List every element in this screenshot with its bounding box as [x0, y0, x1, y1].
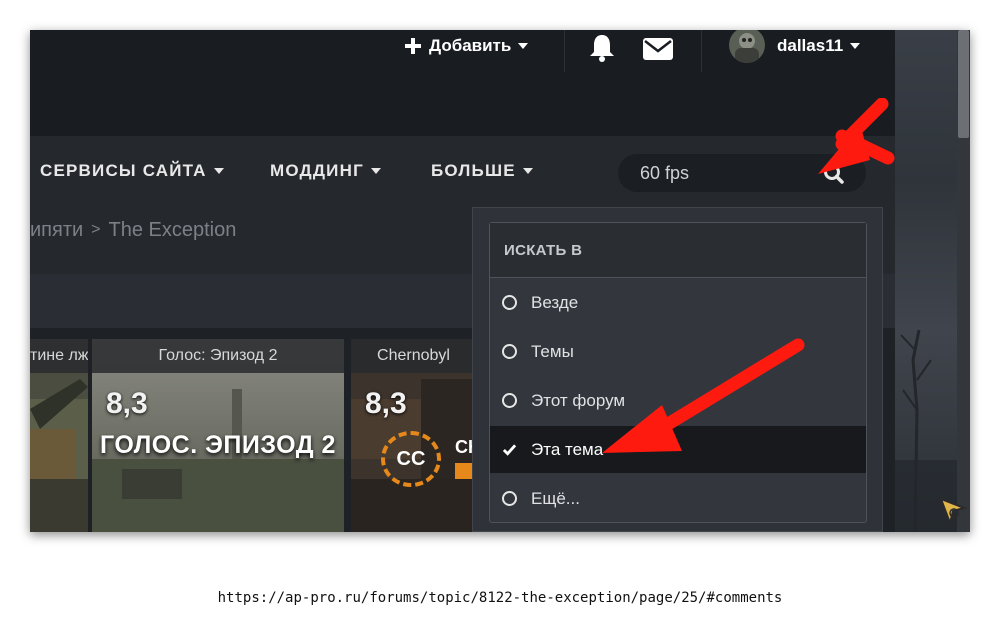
radio-icon	[502, 393, 517, 408]
divider	[564, 30, 565, 72]
mod-card[interactable]: тине лж	[30, 339, 88, 532]
search-scope-option-everywhere[interactable]: Везде	[490, 279, 866, 326]
search-input[interactable]	[640, 154, 820, 192]
checkmark-icon	[502, 444, 517, 456]
card-banner: ГОЛОС. ЭПИЗОД 2	[100, 431, 336, 459]
nav-item-label: БОЛЬШЕ	[431, 161, 516, 180]
cursor-icon	[939, 497, 968, 526]
messages-button[interactable]	[642, 33, 674, 65]
radio-icon	[502, 344, 517, 359]
screenshot-frame: Добавить dallas11 СЕРВИСЫ САЙТА МОДДИНГ …	[30, 30, 970, 532]
search-scope-header: ИСКАТЬ В	[490, 223, 866, 278]
card-title: Голос: Эпизод 2	[92, 339, 344, 373]
card-logo: СС	[381, 431, 441, 487]
add-button[interactable]: Добавить	[404, 30, 529, 62]
mod-card[interactable]: Chernobyl 8,3 СС СН	[351, 339, 476, 532]
chevron-down-icon	[850, 43, 861, 49]
bell-icon	[590, 35, 614, 62]
nav-item-modding[interactable]: МОДДИНГ	[270, 136, 381, 206]
card-rating: 8,3	[365, 387, 407, 420]
envelope-icon	[643, 38, 673, 60]
card-rating: 8,3	[106, 387, 148, 420]
avatar	[729, 30, 765, 63]
breadcrumb-item[interactable]: ипяти	[30, 219, 83, 242]
card-title: тине лж	[30, 339, 88, 373]
nav-item-more[interactable]: БОЛЬШЕ	[431, 136, 533, 206]
option-label: Темы	[531, 341, 574, 361]
nav-item-label: МОДДИНГ	[270, 161, 364, 180]
breadcrumb-item[interactable]: The Exception	[109, 219, 237, 242]
option-label: Эта тема	[531, 439, 604, 459]
scrollbar-thumb[interactable]	[958, 30, 969, 138]
chevron-down-icon	[518, 43, 529, 49]
search-box	[618, 154, 866, 192]
search-scope-option-this-forum[interactable]: Этот форум	[490, 377, 866, 424]
chevron-down-icon	[370, 168, 381, 174]
notifications-button[interactable]	[587, 32, 617, 64]
search-scope-option-more[interactable]: Ещё...	[490, 475, 866, 522]
option-label: Везде	[531, 292, 579, 312]
option-label: Этот форум	[531, 390, 626, 410]
search-scope-menu: ИСКАТЬ В Везде Темы Этот форум Эта тема …	[489, 222, 867, 523]
chevron-down-icon	[213, 168, 224, 174]
nav-item-services[interactable]: СЕРВИСЫ САЙТА	[40, 136, 224, 206]
radio-icon	[502, 491, 517, 506]
divider	[701, 30, 702, 72]
search-scope-option-this-topic[interactable]: Эта тема	[490, 426, 866, 473]
add-label: Добавить	[429, 36, 512, 55]
source-url: https://ap-pro.ru/forums/topic/8122-the-…	[217, 590, 783, 606]
username: dallas11	[777, 36, 844, 55]
breadcrumb-separator: >	[91, 221, 101, 238]
card-title: Chernobyl	[351, 339, 476, 373]
nav-item-label: СЕРВИСЫ САЙТА	[40, 161, 207, 180]
search-scope-option-topics[interactable]: Темы	[490, 328, 866, 375]
search-icon[interactable]	[821, 161, 847, 187]
user-menu[interactable]: dallas11	[728, 30, 861, 63]
chevron-down-icon	[522, 168, 533, 174]
option-label: Ещё...	[531, 488, 580, 508]
breadcrumb: ипяти > The Exception	[30, 218, 236, 242]
plus-icon	[405, 38, 421, 54]
radio-icon	[502, 295, 517, 310]
mod-card[interactable]: Голос: Эпизод 2 8,3 ГОЛОС. ЭПИЗОД 2	[92, 339, 344, 532]
